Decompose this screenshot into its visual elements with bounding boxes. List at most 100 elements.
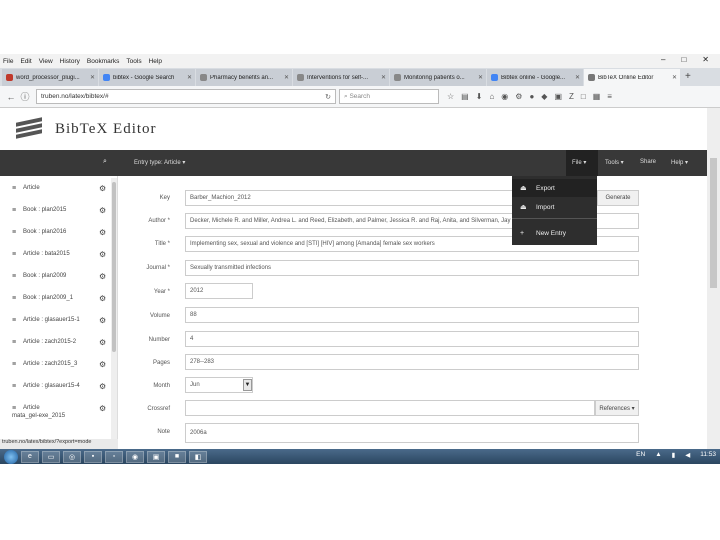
terminal-icon[interactable]: ▪: [84, 450, 102, 463]
menu-help[interactable]: Help: [149, 58, 162, 65]
app-icon[interactable]: ■: [168, 450, 186, 463]
list-item[interactable]: ≡ Book : plan2015 ⚙: [0, 200, 110, 222]
tab-close-icon[interactable]: ✕: [381, 74, 386, 81]
share-button[interactable]: Share: [640, 159, 656, 165]
list-item[interactable]: ≡ Article ⚙: [0, 178, 110, 200]
list-item[interactable]: ≡ Article : bata2015 ⚙: [0, 244, 110, 266]
note-field[interactable]: 2006a: [185, 423, 639, 443]
menu-bookmarks[interactable]: Bookmarks: [87, 58, 120, 65]
browser-tab[interactable]: Monitoring patients o... ✕: [390, 69, 486, 86]
tab-close-icon[interactable]: ✕: [575, 74, 580, 81]
home-icon[interactable]: ⌂: [489, 92, 494, 101]
crossref-field[interactable]: [185, 400, 595, 416]
minimize-icon[interactable]: –: [661, 55, 665, 64]
menu-item-new-entry[interactable]: + New Entry: [512, 224, 597, 242]
menu-edit[interactable]: Edit: [20, 58, 31, 65]
url-bar[interactable]: truben.no/latex/bibtex/# ↻: [36, 89, 336, 104]
generate-key-button[interactable]: Generate: [597, 190, 639, 206]
browser-tab-active[interactable]: BibTeX Online Editor ✕: [584, 69, 680, 86]
entries-search-icon[interactable]: ⌕: [103, 158, 107, 166]
drag-handle-icon[interactable]: ≡: [12, 185, 16, 192]
info-icon[interactable]: ⓘ: [18, 90, 32, 103]
extension-icon[interactable]: □: [581, 92, 586, 101]
network-icon[interactable]: ▮: [672, 451, 676, 459]
tools-menu-button[interactable]: Tools ▾: [605, 159, 624, 166]
chevron-down-icon[interactable]: ▼: [243, 379, 252, 391]
app-icon[interactable]: ▫: [105, 450, 123, 463]
volume-icon[interactable]: ◀: [685, 451, 690, 459]
gear-icon[interactable]: ⚙: [99, 228, 106, 237]
volume-field[interactable]: 88: [185, 307, 639, 323]
extension-icon[interactable]: ⚙: [515, 92, 522, 101]
number-field[interactable]: 4: [185, 331, 639, 347]
tab-close-icon[interactable]: ✕: [672, 74, 677, 81]
tab-close-icon[interactable]: ✕: [284, 74, 289, 81]
drag-handle-icon[interactable]: ≡: [12, 339, 16, 346]
menu-item-export[interactable]: ⏏ Export: [512, 179, 597, 197]
drag-handle-icon[interactable]: ≡: [12, 207, 16, 214]
gear-icon[interactable]: ⚙: [99, 316, 106, 325]
page-scrollbar[interactable]: [707, 108, 720, 449]
drag-handle-icon[interactable]: ≡: [12, 273, 16, 280]
menu-item-import[interactable]: ⏏ Import: [512, 198, 597, 216]
browser-tab[interactable]: bibtex - Google Search ✕: [99, 69, 195, 86]
download-icon[interactable]: ⬇: [476, 92, 483, 101]
browser-tab[interactable]: Bibtex online - Google... ✕: [487, 69, 583, 86]
gear-icon[interactable]: ⚙: [99, 382, 106, 391]
gear-icon[interactable]: ⚙: [99, 272, 106, 281]
file-menu-button[interactable]: File ▾: [572, 159, 586, 166]
app-icon[interactable]: ◧: [189, 450, 207, 463]
back-icon[interactable]: ←: [4, 92, 18, 102]
gear-icon[interactable]: ⚙: [99, 206, 106, 215]
tab-close-icon[interactable]: ✕: [90, 74, 95, 81]
pocket-icon[interactable]: ◉: [501, 92, 508, 101]
list-item[interactable]: ≡ Book : plan2016 ⚙: [0, 222, 110, 244]
list-item[interactable]: ≡ Article mata_gel-exe_2015 ⚙: [0, 398, 110, 420]
gear-icon[interactable]: ⚙: [99, 338, 106, 347]
list-item[interactable]: ≡ Article : glasauer15-1 ⚙: [0, 310, 110, 332]
drag-handle-icon[interactable]: ≡: [12, 229, 16, 236]
menu-tools[interactable]: Tools: [126, 58, 141, 65]
browser-tab[interactable]: word_processor_plugi... ✕: [2, 69, 98, 86]
extension-icon[interactable]: ▦: [593, 92, 601, 101]
language-indicator[interactable]: EN: [636, 451, 645, 459]
gear-icon[interactable]: ⚙: [99, 404, 106, 413]
tab-close-icon[interactable]: ✕: [187, 74, 192, 81]
maximize-icon[interactable]: □: [681, 55, 686, 64]
year-field[interactable]: 2012: [185, 283, 253, 299]
extension-icon[interactable]: ◆: [541, 92, 547, 101]
bookmark-star-icon[interactable]: ☆: [447, 92, 454, 101]
app-icon[interactable]: ▣: [147, 450, 165, 463]
extension-icon[interactable]: ●: [529, 92, 534, 101]
drag-handle-icon[interactable]: ≡: [12, 251, 16, 258]
search-input[interactable]: ⌕ Search: [339, 89, 439, 104]
list-item[interactable]: ≡ Article : zach2015_3 ⚙: [0, 354, 110, 376]
start-button-icon[interactable]: [4, 449, 18, 464]
list-item[interactable]: ≡ Book : plan2009 ⚙: [0, 266, 110, 288]
drag-handle-icon[interactable]: ≡: [12, 295, 16, 302]
browser-tab[interactable]: Interventions for self-... ✕: [293, 69, 389, 86]
list-item[interactable]: ≡ Article : glasauer15-4 ⚙: [0, 376, 110, 398]
menu-file[interactable]: File: [3, 58, 13, 65]
list-item[interactable]: ≡ Article : zach2015-2 ⚙: [0, 332, 110, 354]
references-dropdown-button[interactable]: References ▾: [595, 400, 639, 416]
clock[interactable]: 11:53: [700, 451, 716, 459]
browser-tab[interactable]: Pharmacy benefits an... ✕: [196, 69, 292, 86]
explorer-icon[interactable]: ▭: [42, 450, 60, 463]
chrome-icon[interactable]: ◎: [63, 450, 81, 463]
drag-handle-icon[interactable]: ≡: [12, 361, 16, 368]
gear-icon[interactable]: ⚙: [99, 184, 106, 193]
tray-up-icon[interactable]: ▲: [655, 451, 661, 459]
entry-type-dropdown[interactable]: Entry type: Article ▾: [134, 159, 185, 166]
reload-icon[interactable]: ↻: [325, 93, 331, 101]
menu-view[interactable]: View: [39, 58, 53, 65]
pages-field[interactable]: 278--283: [185, 354, 639, 370]
new-tab-icon[interactable]: +: [685, 68, 691, 86]
reading-list-icon[interactable]: ▤: [461, 92, 469, 101]
firefox-icon[interactable]: ◉: [126, 450, 144, 463]
tab-close-icon[interactable]: ✕: [478, 74, 483, 81]
gear-icon[interactable]: ⚙: [99, 294, 106, 303]
drag-handle-icon[interactable]: ≡: [12, 405, 16, 412]
drag-handle-icon[interactable]: ≡: [12, 317, 16, 324]
extension-icon[interactable]: ▣: [554, 92, 562, 101]
